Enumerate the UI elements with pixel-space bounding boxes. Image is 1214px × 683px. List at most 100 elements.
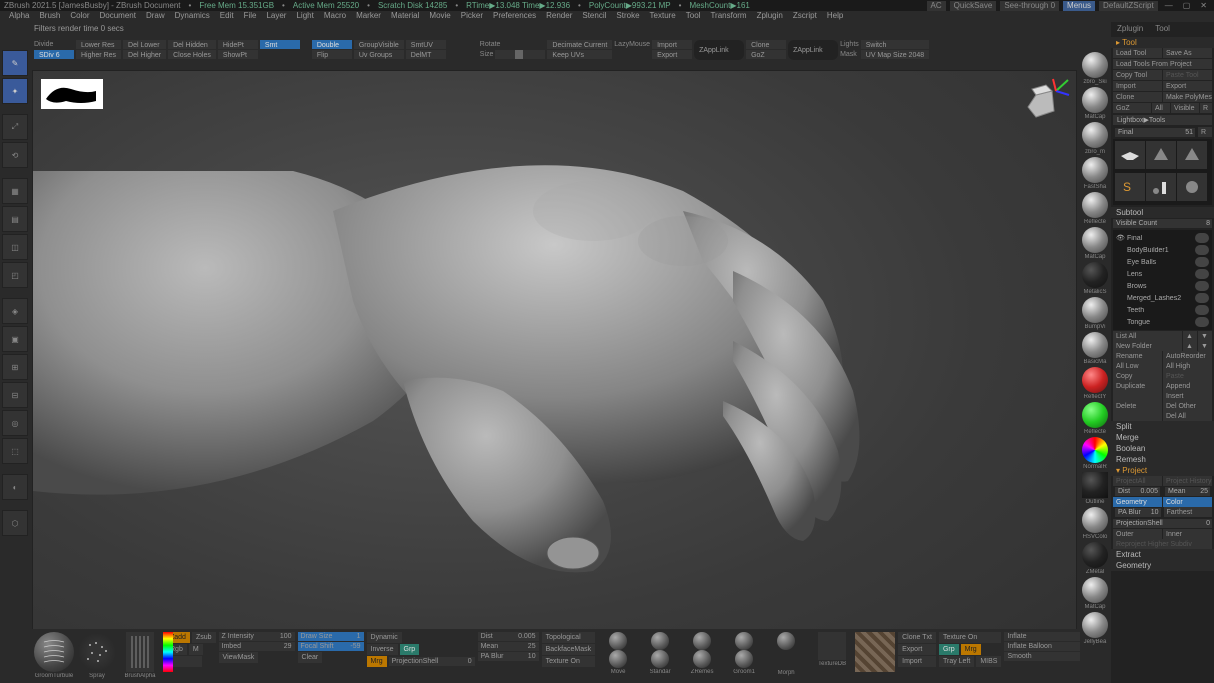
menu-edit[interactable]: Edit [215,11,239,22]
quicksave-btn[interactable]: QuickSave [950,1,997,11]
subtool-row[interactable]: Tongue [1115,316,1210,328]
tool-btn-1[interactable]: ◈ [2,298,28,324]
del-higher-btn[interactable]: Del Higher [123,50,166,59]
drawsize-slider[interactable]: Draw Size1 [298,632,364,641]
dist-slider[interactable]: Dist0.005 [1115,487,1160,496]
proj-history-btn[interactable]: Project History [1163,476,1212,486]
brush-quick[interactable] [693,632,711,650]
material-swatch[interactable] [1082,612,1108,638]
material-swatch[interactable] [1082,157,1108,183]
menu-preferences[interactable]: Preferences [488,11,541,22]
merge-header[interactable]: Merge [1111,432,1214,443]
zintensity-slider[interactable]: Z Intensity100 [219,632,295,641]
pablur-slider[interactable]: PA Blur10 [1115,508,1161,517]
material-swatch[interactable] [1082,297,1108,323]
menu-light[interactable]: Light [291,11,318,22]
rename-btn[interactable]: Rename [1113,351,1162,361]
menu-dynamics[interactable]: Dynamics [170,11,215,22]
stroke-preview[interactable] [77,632,117,672]
menu-brush[interactable]: Brush [34,11,65,22]
topological-btn[interactable]: Topological [542,632,596,643]
append-btn[interactable]: Append [1163,381,1212,391]
decimate-btn[interactable]: Decimate Current [547,40,612,49]
nav-gizmo[interactable] [1022,77,1070,125]
menu-stroke[interactable]: Stroke [611,11,644,22]
del-all-btn[interactable]: Del All [1163,411,1212,421]
edit-mode-btn[interactable]: ✎ [2,50,28,76]
material-swatch[interactable] [1082,437,1108,463]
tool-thumb[interactable] [1146,173,1176,201]
remesh-header[interactable]: Remesh [1111,454,1214,465]
line-fill-btn[interactable]: ◫ [2,234,28,260]
tab-tool[interactable]: Tool [1155,24,1170,35]
project-header[interactable]: ▾ Project [1111,465,1214,476]
material-swatch[interactable] [1082,542,1108,568]
bs-mean-slider[interactable]: Mean25 [478,642,539,651]
menu-material[interactable]: Material [386,11,424,22]
projshell-slider[interactable]: ProjectionShell0 [1113,519,1212,528]
pframe-btn[interactable]: ◰ [2,262,28,288]
close-icon[interactable]: ✕ [1197,1,1210,10]
subtool-copy-btn[interactable]: Copy [1113,371,1162,381]
subtool-paste-btn[interactable]: Paste [1163,371,1212,381]
load-tool-btn[interactable]: Load Tool [1113,48,1162,58]
projshell-slider[interactable]: ProjectionShell0 [389,657,475,666]
brush-quick[interactable] [651,632,669,650]
inflate-slider[interactable]: Inflate [1004,632,1080,641]
delmt-btn[interactable]: DelMT [406,50,446,59]
outer-btn[interactable]: Outer [1113,529,1162,539]
subtool-row[interactable]: Brows [1115,280,1210,292]
import-btn[interactable]: Import [652,40,692,49]
menu-render[interactable]: Render [541,11,577,22]
load-proj-btn[interactable]: Load Tools From Project [1113,59,1212,69]
material-swatch[interactable] [1082,577,1108,603]
material-swatch[interactable] [1082,402,1108,428]
tool-thumb[interactable]: S [1115,173,1145,201]
subtool-row[interactable]: Teeth [1115,304,1210,316]
subtool-row[interactable]: Eye Balls [1115,256,1210,268]
material-swatch[interactable] [1082,332,1108,358]
menu-stencil[interactable]: Stencil [577,11,611,22]
flip-btn[interactable]: Flip [312,50,352,59]
list-all-btn[interactable]: List All [1113,331,1182,341]
viewmask-btn[interactable]: ViewMask [219,652,259,663]
material-swatch[interactable] [1082,262,1108,288]
zapplink2-btn[interactable]: ZAppLink [788,40,838,60]
zapplink-btn[interactable]: ZAppLink [694,40,744,60]
lightbox-tools[interactable]: Lightbox▶Tools [1113,115,1212,125]
subtool-header[interactable]: Subtool [1111,207,1214,218]
groupvis-btn[interactable]: GroupVisible [354,40,404,49]
rotate-btn[interactable]: ⟲ [2,142,28,168]
menu-movie[interactable]: Movie [424,11,455,22]
paste-tool-btn[interactable]: Paste Tool [1163,70,1212,80]
menus-toggle[interactable]: Menus [1063,1,1095,11]
clone-txt-btn[interactable]: Clone Txt [898,632,936,643]
subtool-row[interactable]: 👁Final [1115,232,1210,244]
material-swatch[interactable] [1082,192,1108,218]
tool-thumb[interactable] [1177,141,1207,169]
brush-quick[interactable] [651,650,669,668]
all-low-btn[interactable]: All Low [1113,361,1162,371]
texture-thumb[interactable] [818,632,846,660]
tool-thumb[interactable] [1115,141,1145,169]
brush-quick[interactable] [693,650,711,668]
farthest-btn[interactable]: Farthest [1164,507,1213,517]
tool-thumb[interactable] [1146,141,1176,169]
frame-btn[interactable]: ▦ [2,178,28,204]
mibs-btn[interactable]: MIBS [976,656,1001,667]
clone-btn[interactable]: Clone [746,40,786,49]
brush-alpha-preview[interactable] [41,79,103,109]
copy-tool-btn[interactable]: Copy Tool [1113,70,1162,80]
del-hidden-btn[interactable]: Del Hidden [168,40,216,49]
mrg-btn[interactable]: Mrg [367,656,387,667]
subtool-row[interactable]: Lens [1115,268,1210,280]
tool-thumb[interactable] [1177,173,1207,201]
inner-btn[interactable]: Inner [1163,529,1212,539]
sdiv-slider[interactable]: SDiv 6 [34,50,74,59]
tool-btn-7[interactable]: ◐ [2,474,28,500]
mean-slider[interactable]: Mean25 [1165,487,1210,496]
bs-dist-slider[interactable]: Dist0.005 [478,632,539,641]
split-header[interactable]: Split [1111,421,1214,432]
viewport[interactable] [32,70,1077,681]
extract-header[interactable]: Extract [1111,549,1214,560]
